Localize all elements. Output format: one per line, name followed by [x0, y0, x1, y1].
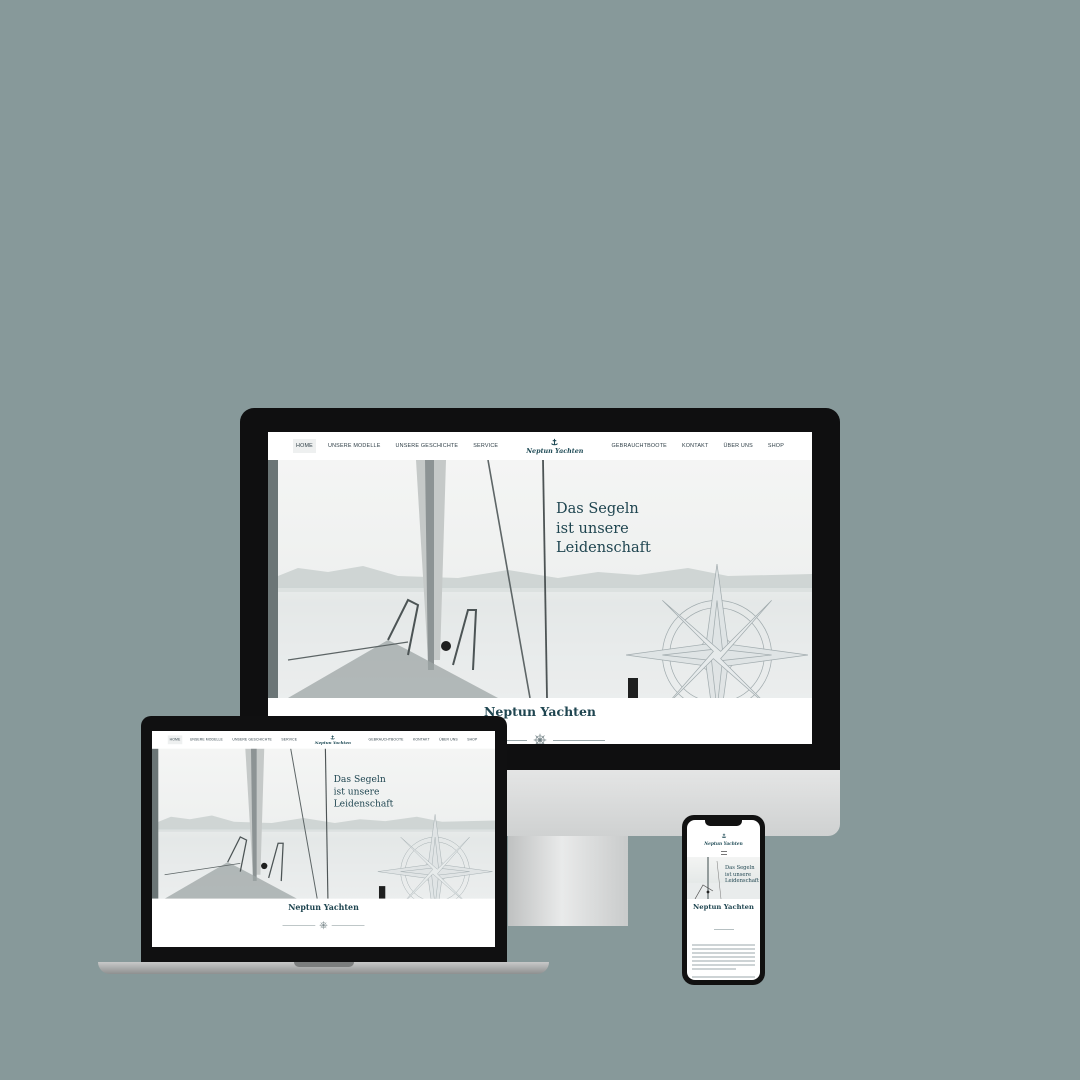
nav-item-about[interactable]: ÜBER UNS — [720, 439, 755, 453]
nav-item-service[interactable]: SERVICE — [470, 439, 501, 453]
nav-item-used-boats[interactable]: GEBRAUCHTBOOTE — [367, 735, 406, 744]
website-desktop: HOME UNSERE MODELLE UNSERE GESCHICHTE SE… — [268, 432, 812, 744]
laptop-hinge-notch — [294, 962, 354, 967]
nav-item-home[interactable]: HOME — [167, 735, 183, 745]
hero-headline: Das Segeln ist unsere Leidenschaft — [333, 774, 394, 810]
nav-item-service[interactable]: SERVICE — [280, 735, 300, 744]
desktop-screen: HOME UNSERE MODELLE UNSERE GESCHICHTE SE… — [268, 432, 812, 744]
nav-item-contact[interactable]: KONTAKT — [679, 439, 711, 453]
nav-item-used-boats[interactable]: GEBRAUCHTBOOTE — [608, 439, 670, 453]
mobile-logo-text: Neptun Yachten — [704, 842, 743, 847]
nav-item-home[interactable]: HOME — [293, 439, 316, 453]
hero-section: Das Segeln ist unsere Leidenschaft — [152, 748, 495, 899]
logo-text: Neptun Yachten — [526, 446, 584, 455]
nav-item-history[interactable]: UNSERE GESCHICHTE — [231, 735, 274, 744]
main-nav: HOME UNSERE MODELLE UNSERE GESCHICHTE SE… — [268, 432, 812, 460]
phone-screen: Neptun Yachten Das Segeln ist unsere Lei… — [687, 820, 760, 980]
anchor-logo-icon — [721, 833, 726, 838]
section-divider — [152, 921, 495, 930]
hero-section: Das Segeln ist unsere Leidenschaft — [268, 460, 812, 698]
brand-title: Neptun Yachten — [288, 902, 359, 912]
phone-notch — [705, 820, 742, 826]
nav-item-shop[interactable]: SHOP — [765, 439, 787, 453]
hamburger-menu-icon[interactable] — [720, 851, 727, 856]
compass-rose-icon — [377, 814, 493, 899]
mobile-hero: Das Segeln ist unsere Leidenschaft — [687, 857, 760, 900]
mobile-brand-title: Neptun Yachten — [693, 903, 754, 912]
nav-item-shop[interactable]: SHOP — [465, 735, 479, 744]
website-mobile: Neptun Yachten Das Segeln ist unsere Lei… — [687, 820, 760, 980]
site-logo[interactable]: Neptun Yachten — [315, 735, 351, 745]
mobile-body-text-placeholder — [692, 944, 755, 980]
ship-wheel-icon — [319, 921, 328, 930]
nav-item-models[interactable]: UNSERE MODELLE — [188, 735, 225, 744]
monitor-stand — [508, 836, 628, 926]
nav-item-models[interactable]: UNSERE MODELLE — [325, 439, 384, 453]
mobile-divider — [713, 929, 734, 931]
main-nav: HOME UNSERE MODELLE UNSERE GESCHICHTE SE… — [152, 731, 495, 749]
site-logo[interactable]: Neptun Yachten — [526, 438, 583, 454]
laptop-screen: HOME UNSERE MODELLE UNSERE GESCHICHTE SE… — [152, 731, 495, 947]
website-laptop: HOME UNSERE MODELLE UNSERE GESCHICHTE SE… — [152, 731, 495, 930]
mobile-headline: Das Segeln ist unsere Leidenschaft — [725, 865, 759, 884]
hero-headline: Das Segeln ist unsere Leidenschaft — [556, 501, 651, 556]
logo-text: Neptun Yachten — [314, 740, 351, 746]
anchor-logo-icon — [551, 438, 559, 446]
nav-item-contact[interactable]: KONTAKT — [411, 735, 431, 744]
compass-rose-icon — [626, 564, 808, 698]
nav-item-history[interactable]: UNSERE GESCHICHTE — [393, 439, 462, 453]
nav-item-about[interactable]: ÜBER UNS — [437, 735, 459, 744]
ship-wheel-icon — [533, 733, 547, 744]
